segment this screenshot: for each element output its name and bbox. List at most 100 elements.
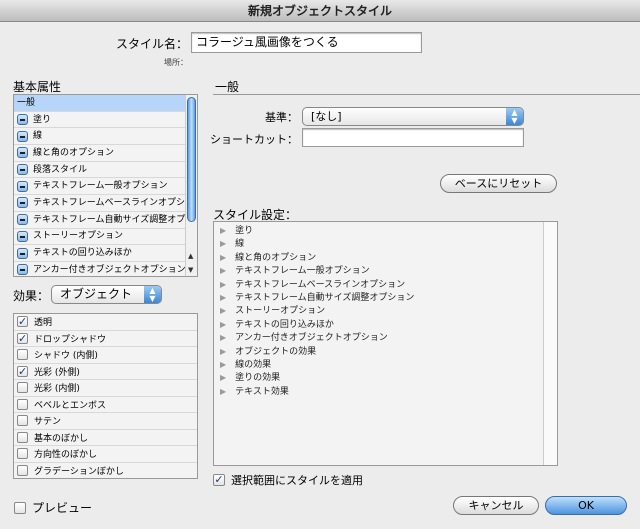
attribute-item[interactable]: 線 [14,128,197,146]
attribute-item[interactable]: 段落スタイル [14,161,197,179]
disclosure-triangle-icon[interactable]: ▶ [220,266,226,275]
disclosure-triangle-icon[interactable]: ▶ [220,387,226,396]
checkbox-box[interactable] [14,501,26,514]
attribute-item[interactable]: アンカー付きオブジェクトオプション [14,261,197,276]
style-setting-item[interactable]: ▶ テキストの回り込みほか [214,318,557,331]
checkbox[interactable] [17,349,28,361]
attribute-item[interactable]: テキストの回り込みほか [14,245,197,262]
effect-item[interactable]: ✓ 光彩 (外側) [14,363,197,380]
reset-to-base-button[interactable]: ベースにリセット [440,174,557,193]
style-setting-item[interactable]: ▶ テキストフレームベースラインオプション [214,278,557,291]
attribute-item[interactable]: テキストフレームベースラインオプション [14,195,197,212]
effect-item[interactable]: 基本のぼかし [14,429,197,446]
minus-icon[interactable] [17,264,28,276]
effect-label: 光彩 (外側) [34,367,80,378]
divider [213,94,640,95]
scrollbar[interactable]: ▲ ▼ [185,95,197,276]
attribute-item[interactable]: テキストフレーム一般オプション [14,178,197,196]
checkbox[interactable]: ✓ [17,332,28,344]
checkbox[interactable] [17,464,28,476]
disclosure-triangle-icon[interactable]: ▶ [220,280,226,289]
attribute-item[interactable]: 塗り [14,111,197,129]
attribute-item[interactable]: 一般 [14,95,197,112]
apply-to-selection-checkbox[interactable]: ✓ 選択範囲にスタイルを適用 [213,472,363,488]
disclosure-triangle-icon[interactable]: ▶ [220,293,226,302]
style-setting-item[interactable]: ▶ テキストフレーム一般オプション [214,264,557,277]
scroll-down-arrow-icon[interactable]: ▼ [188,266,193,274]
cancel-button[interactable]: キャンセル [453,496,539,515]
effect-item[interactable]: シャドウ (内側) [14,347,197,364]
checkbox[interactable] [17,415,28,427]
style-setting-item[interactable]: ▶ ストーリーオプション [214,304,557,317]
style-setting-label: テキストの回り込みほか [235,319,334,330]
effect-item[interactable]: 方向性のぼかし [14,446,197,463]
base-select[interactable]: [なし] ▲ ▼ [302,107,524,126]
attribute-item[interactable]: ストーリーオプション [14,228,197,246]
minus-icon[interactable] [17,197,28,209]
style-setting-label: 線の効果 [235,359,272,370]
disclosure-triangle-icon[interactable]: ▶ [220,306,226,315]
ok-button[interactable]: OK [545,496,627,515]
minus-icon[interactable] [17,114,28,126]
effect-item[interactable]: ✓ 透明 [14,314,197,331]
disclosure-triangle-icon[interactable]: ▶ [220,347,226,356]
style-setting-item[interactable]: ▶ アンカー付きオブジェクトオプション [214,331,557,344]
disclosure-triangle-icon[interactable]: ▶ [220,373,226,382]
checkbox[interactable] [17,448,28,460]
scroll-thumb[interactable] [187,97,196,222]
basic-attributes-list[interactable]: 一般 塗り線線と角のオプション 段落スタイル テキストフレーム一般オプション テキストフ… [13,94,198,277]
style-name-input[interactable]: コラージュ風画像をつくる [191,32,422,53]
style-setting-item[interactable]: ▶ 線 [214,237,557,250]
minus-icon[interactable] [17,130,28,142]
effect-item[interactable]: ベベルとエンボス [14,396,197,413]
minus-icon[interactable] [17,247,28,259]
effect-item[interactable]: 光彩 (内側) [14,380,197,397]
effects-select[interactable]: オブジェクト ▲ ▼ [51,285,162,304]
minus-icon[interactable] [17,164,28,176]
effects-list[interactable]: ✓ 透明 ✓ ドロップシャドウ シャドウ (内側) ✓ 光彩 (外側) 光彩 (内側) ベベルと… [13,313,198,479]
checkbox[interactable] [17,398,28,410]
minus-icon[interactable] [17,147,28,159]
preview-checkbox[interactable]: プレビュー [14,499,92,516]
base-select-value: [なし] [311,110,342,123]
style-setting-item[interactable]: ▶ 塗り [214,224,557,237]
disclosure-triangle-icon[interactable]: ▶ [220,333,226,342]
location-label: 場所： [164,58,188,67]
checkbox-box[interactable]: ✓ [213,474,225,486]
base-label: 基準： [265,111,298,124]
style-setting-item[interactable]: ▶ 線の効果 [214,358,557,371]
disclosure-triangle-icon[interactable]: ▶ [220,226,226,235]
attribute-item[interactable]: 線と角のオプション [14,145,197,162]
disclosure-triangle-icon[interactable]: ▶ [220,239,226,248]
checkbox[interactable] [17,431,28,443]
effect-item[interactable]: グラデーションぼかし [14,462,197,478]
style-setting-item[interactable]: ▶ 塗りの効果 [214,371,557,384]
disclosure-triangle-icon[interactable]: ▶ [220,320,226,329]
effect-label: グラデーションぼかし [34,466,124,477]
minus-icon[interactable] [17,180,28,192]
style-setting-item[interactable]: ▶ テキストフレーム自動サイズ調整オプション [214,291,557,304]
select-stepper-icon: ▲ ▼ [144,286,161,303]
effect-item[interactable]: ✓ ドロップシャドウ [14,330,197,347]
attribute-item[interactable]: テキストフレーム自動サイズ調整オプショ [14,211,197,229]
shortcut-input[interactable] [302,128,524,147]
disclosure-triangle-icon[interactable]: ▶ [220,360,226,369]
effect-item[interactable]: サテン [14,413,197,430]
minus-icon[interactable] [17,230,28,242]
disclosure-triangle-icon[interactable]: ▶ [220,253,226,262]
effect-label: 方向性のぼかし [34,450,98,461]
scrollbar[interactable] [543,222,557,465]
scroll-up-arrow-icon[interactable]: ▲ [188,252,193,260]
shortcut-label: ショートカット： [210,133,298,146]
effects-label: 効果： [13,289,50,303]
checkbox[interactable] [17,382,28,394]
checkbox[interactable]: ✓ [17,365,28,377]
style-setting-item[interactable]: ▶ オブジェクトの効果 [214,345,557,358]
style-settings-tree[interactable]: ▶ 塗り ▶ 線 ▶ 線と角のオプション ▶ テキストフレーム一般オプション ▶ テキストフレーム… [213,221,558,466]
checkbox[interactable]: ✓ [17,316,28,328]
style-setting-label: 塗り [235,226,254,236]
style-setting-label: テキストフレーム自動サイズ調整オプション [235,292,415,303]
style-setting-item[interactable]: ▶ テキスト効果 [214,385,557,398]
style-setting-item[interactable]: ▶ 線と角のオプション [214,251,557,264]
minus-icon[interactable] [17,214,28,226]
